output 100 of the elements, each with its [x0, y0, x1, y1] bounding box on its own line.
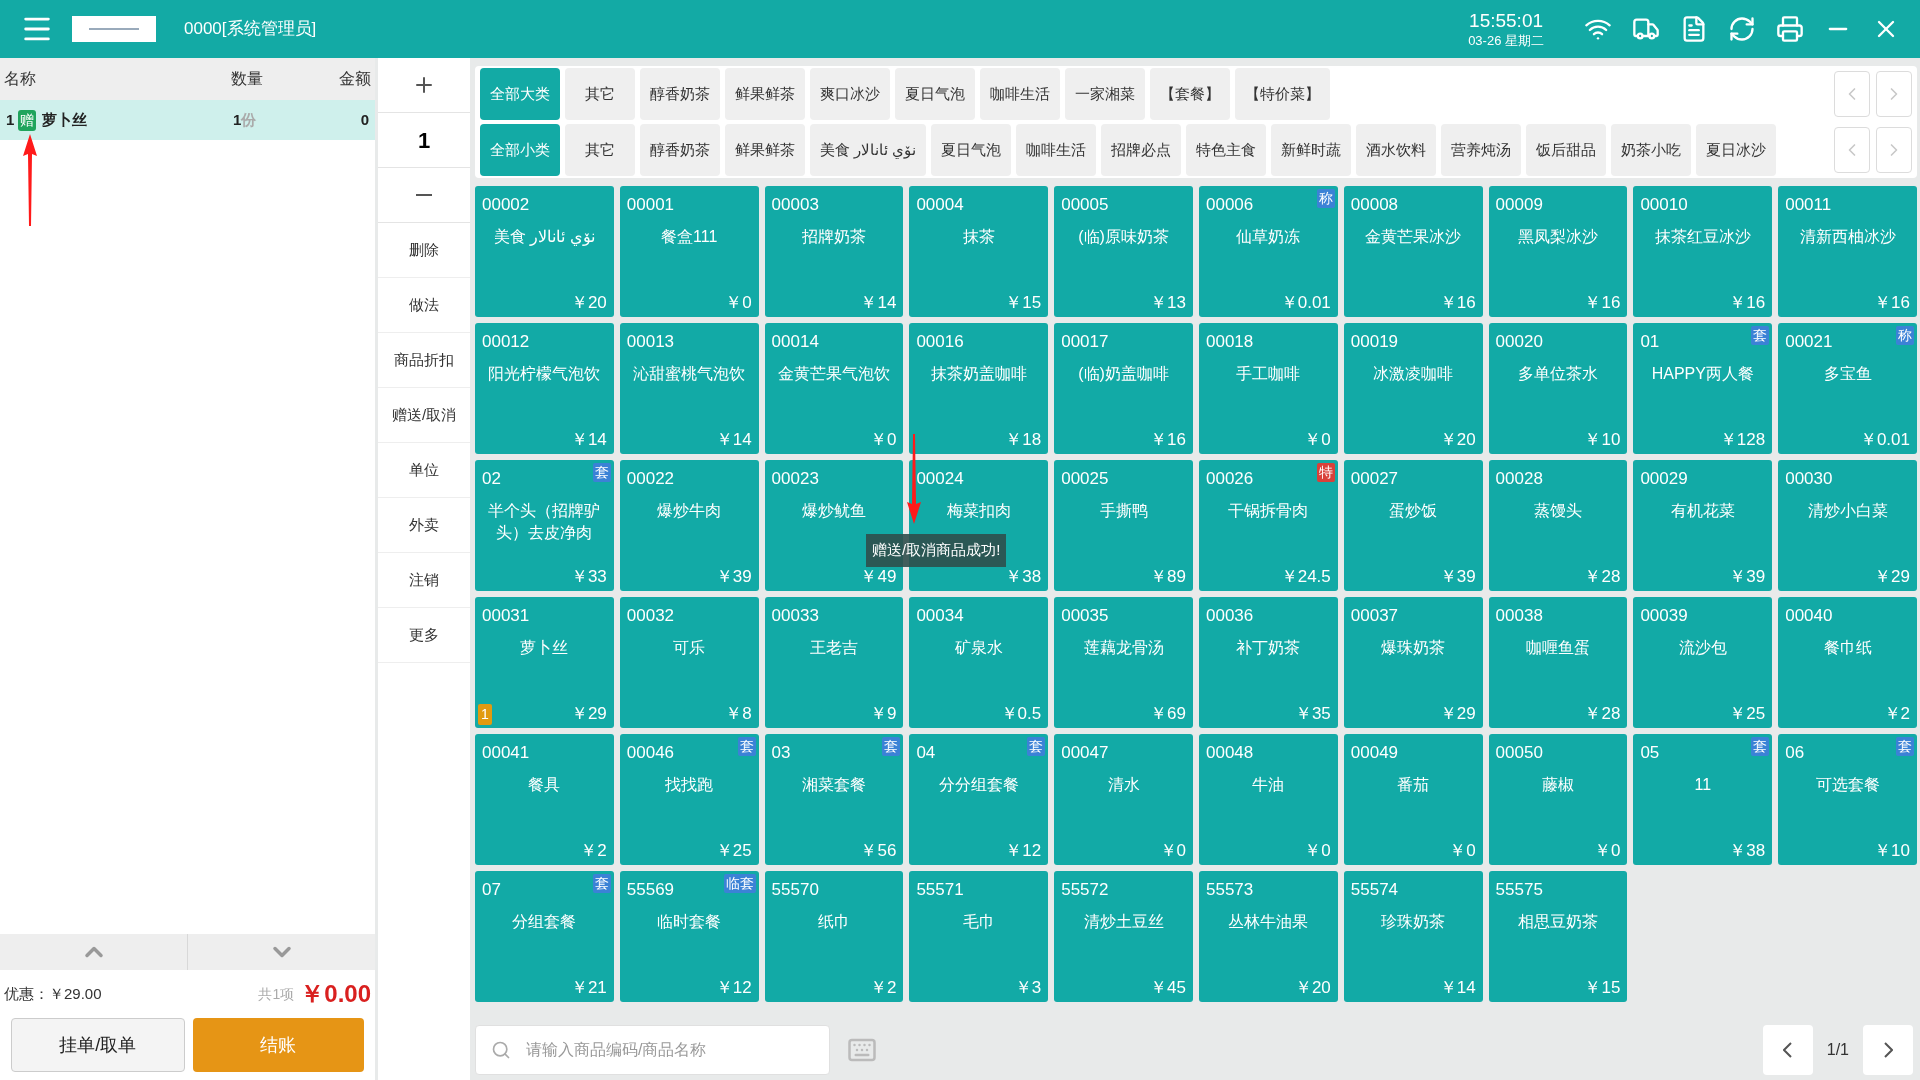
- product-tile[interactable]: 00027 蛋炒饭 ￥39: [1343, 460, 1483, 591]
- action-button[interactable]: 外卖: [378, 498, 470, 553]
- product-tile[interactable]: 00021 称 多宝鱼 ￥0.01: [1778, 323, 1917, 454]
- category-tab[interactable]: 全部大类: [480, 68, 560, 120]
- product-tile[interactable]: 00025 手撕鸭 ￥89: [1054, 460, 1193, 591]
- product-tile[interactable]: 55570 纸巾 ￥2: [764, 871, 904, 1002]
- product-tile[interactable]: 00035 莲藕龙骨汤 ￥69: [1054, 597, 1193, 728]
- category-tab[interactable]: 【特价菜】: [1235, 68, 1330, 120]
- action-button[interactable]: 更多: [378, 608, 470, 663]
- category-tab[interactable]: 特色主食: [1186, 124, 1267, 176]
- checkout-button[interactable]: 结账: [192, 1018, 364, 1072]
- product-tile[interactable]: 00019 冰激凌咖啡 ￥20: [1343, 323, 1483, 454]
- product-tile[interactable]: 01 套 HAPPY两人餐 ￥128: [1633, 323, 1773, 454]
- product-tile[interactable]: 06 套 可选套餐 ￥10: [1778, 734, 1917, 865]
- action-button[interactable]: 删除: [378, 223, 470, 278]
- order-row[interactable]: 1 赠 萝卜丝 1份 0: [0, 100, 375, 140]
- product-tile[interactable]: 00001 餐盒111 ￥0: [619, 186, 759, 317]
- previous-page-button[interactable]: [1762, 1025, 1813, 1075]
- category-tab[interactable]: 营养炖汤: [1441, 124, 1522, 176]
- category-tab[interactable]: 全部小类: [480, 124, 560, 176]
- product-tile[interactable]: 00033 王老吉 ￥9: [764, 597, 904, 728]
- category-tab[interactable]: 奶茶小吃: [1611, 124, 1692, 176]
- category-tab[interactable]: 鲜果鲜茶: [725, 124, 805, 176]
- product-tile[interactable]: 00032 可乐 ￥8: [619, 597, 759, 728]
- category-tab[interactable]: 醇香奶茶: [640, 124, 720, 176]
- product-tile[interactable]: 00018 手工咖啡 ￥0: [1199, 323, 1338, 454]
- product-tile[interactable]: 00009 黑凤梨冰沙 ￥16: [1488, 186, 1628, 317]
- action-button[interactable]: 注销: [378, 553, 470, 608]
- category-tab[interactable]: 其它: [565, 124, 635, 176]
- action-button[interactable]: 单位: [378, 443, 470, 498]
- category-tab[interactable]: 招牌必点: [1101, 124, 1182, 176]
- product-tile[interactable]: 00050 藤椒 ￥0: [1488, 734, 1628, 865]
- category-prev-button[interactable]: [1834, 71, 1870, 117]
- product-tile[interactable]: 07 套 分组套餐 ￥21: [475, 871, 614, 1002]
- product-tile[interactable]: 00012 阳光柠檬气泡饮 ￥14: [475, 323, 614, 454]
- category-tab[interactable]: 爽口冰沙: [810, 68, 890, 120]
- product-tile[interactable]: 00006 称 仙草奶冻 ￥0.01: [1199, 186, 1338, 317]
- product-tile[interactable]: 00004 抹茶 ￥15: [909, 186, 1049, 317]
- category-tab[interactable]: 夏日冰沙: [1696, 124, 1777, 176]
- category-tab[interactable]: 夏日气泡: [931, 124, 1012, 176]
- product-tile[interactable]: 00047 清水 ￥0: [1054, 734, 1193, 865]
- product-tile[interactable]: 00039 流沙包 ￥25: [1633, 597, 1773, 728]
- category-tab[interactable]: 其它: [565, 68, 635, 120]
- product-tile[interactable]: 00041 餐具 ￥2: [475, 734, 614, 865]
- search-field[interactable]: 请输入商品编码/商品名称: [475, 1025, 830, 1075]
- category-tab[interactable]: 美食 نۆي ئانالار: [810, 124, 927, 176]
- product-tile[interactable]: 00011 清新西柚冰沙 ￥16: [1778, 186, 1917, 317]
- product-tile[interactable]: 55574 珍珠奶茶 ￥14: [1343, 871, 1483, 1002]
- category-tab[interactable]: 饭后甜品: [1526, 124, 1607, 176]
- product-tile[interactable]: 00036 补丁奶茶 ￥35: [1199, 597, 1338, 728]
- product-tile[interactable]: 55569 临套 临时套餐 ￥12: [619, 871, 759, 1002]
- product-tile[interactable]: 02 套 半个头（招牌驴头）去皮净肉 ￥33: [475, 460, 614, 591]
- product-tile[interactable]: 55571 毛巾 ￥3: [909, 871, 1049, 1002]
- category-tab[interactable]: 新鲜时蔬: [1271, 124, 1352, 176]
- category-tab[interactable]: 一家湘菜: [1065, 68, 1145, 120]
- product-tile[interactable]: 00003 招牌奶茶 ￥14: [764, 186, 904, 317]
- product-tile[interactable]: 00020 多单位茶水 ￥10: [1488, 323, 1628, 454]
- product-tile[interactable]: 55573 丛林牛油果 ￥20: [1199, 871, 1338, 1002]
- product-tile[interactable]: 00038 咖喱鱼蛋 ￥28: [1488, 597, 1628, 728]
- product-tile[interactable]: 00013 沁甜蜜桃气泡饮 ￥14: [619, 323, 759, 454]
- hold-order-button[interactable]: 挂单/取单: [11, 1018, 185, 1072]
- product-tile[interactable]: 00014 金黄芒果气泡饮 ￥0: [764, 323, 904, 454]
- category-tab[interactable]: 鲜果鲜茶: [725, 68, 805, 120]
- product-tile[interactable]: 55572 清炒土豆丝 ￥45: [1054, 871, 1193, 1002]
- sync-icon[interactable]: [1728, 15, 1756, 43]
- product-tile[interactable]: 00040 餐巾纸 ￥2: [1778, 597, 1917, 728]
- product-tile[interactable]: 00017 (临)奶盖咖啡 ￥16: [1054, 323, 1193, 454]
- product-tile[interactable]: 55575 相思豆奶茶 ￥15: [1488, 871, 1628, 1002]
- action-button[interactable]: 赠送/取消: [378, 388, 470, 443]
- product-tile[interactable]: 00049 番茄 ￥0: [1343, 734, 1483, 865]
- action-button[interactable]: 商品折扣: [378, 333, 470, 388]
- subcategory-prev-button[interactable]: [1834, 127, 1870, 173]
- product-tile[interactable]: 00037 爆珠奶茶 ￥29: [1343, 597, 1483, 728]
- product-tile[interactable]: 00016 抹茶奶盖咖啡 ￥18: [909, 323, 1049, 454]
- product-tile[interactable]: 00005 (临)原味奶茶 ￥13: [1054, 186, 1193, 317]
- product-tile[interactable]: 00022 爆炒牛肉 ￥39: [619, 460, 759, 591]
- category-tab[interactable]: 【套餐】: [1150, 68, 1230, 120]
- category-next-button[interactable]: [1876, 71, 1912, 117]
- subcategory-next-button[interactable]: [1876, 127, 1912, 173]
- next-page-button[interactable]: [1863, 1025, 1913, 1075]
- product-tile[interactable]: 00030 清炒小白菜 ￥29: [1778, 460, 1917, 591]
- product-tile[interactable]: 04 套 分分组套餐 ￥12: [909, 734, 1049, 865]
- product-tile[interactable]: 00031 萝卜丝 1 ￥29: [475, 597, 614, 728]
- product-tile[interactable]: 05 套 11 ￥38: [1633, 734, 1773, 865]
- category-tab[interactable]: 醇香奶茶: [640, 68, 720, 120]
- category-tab[interactable]: 夏日气泡: [895, 68, 975, 120]
- category-tab[interactable]: 酒水饮料: [1356, 124, 1437, 176]
- product-tile[interactable]: 00028 蒸馒头 ￥28: [1488, 460, 1628, 591]
- product-tile[interactable]: 00029 有机花菜 ￥39: [1633, 460, 1773, 591]
- product-tile[interactable]: 00026 特 干锅拆骨肉 ￥24.5: [1199, 460, 1338, 591]
- category-tab[interactable]: 咖啡生活: [980, 68, 1060, 120]
- action-button[interactable]: 做法: [378, 278, 470, 333]
- product-tile[interactable]: 00010 抹茶红豆冰沙 ￥16: [1633, 186, 1773, 317]
- product-tile[interactable]: 00008 金黄芒果冰沙 ￥16: [1343, 186, 1483, 317]
- category-tab[interactable]: 咖啡生活: [1016, 124, 1097, 176]
- product-tile[interactable]: 03 套 湘菜套餐 ￥56: [764, 734, 904, 865]
- product-tile[interactable]: 00048 牛油 ￥0: [1199, 734, 1338, 865]
- product-tile[interactable]: 00046 套 找找跑 ￥25: [619, 734, 759, 865]
- printer-icon[interactable]: [1776, 15, 1804, 43]
- product-tile[interactable]: 00034 矿泉水 ￥0.5: [909, 597, 1049, 728]
